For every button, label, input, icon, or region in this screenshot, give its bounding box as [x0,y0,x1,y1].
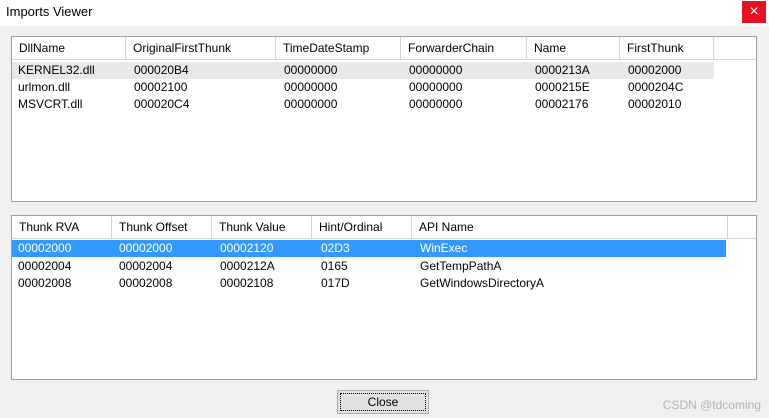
forwarder-chain-cell: 00000000 [409,97,463,111]
name-rva-cell: 00002176 [535,97,589,111]
first-thunk-cell: 0000204C [628,80,684,94]
timedatestamp-cell: 00000000 [284,80,338,94]
hint-ordinal-cell: 0165 [321,259,348,273]
close-window-icon[interactable]: × [742,1,766,23]
timedatestamp-cell: 00000000 [284,97,338,111]
original-first-thunk-cell: 000020B4 [134,63,189,77]
window-left-edge [0,26,4,418]
column-header-api-name[interactable]: API Name [412,216,728,238]
thunk-offset-cell: 00002008 [119,276,173,290]
api-name-cell: WinExec [420,241,468,255]
dll-list-header: DllName OriginalFirstThunk TimeDateStamp… [12,37,756,60]
column-header-thunk-offset[interactable]: Thunk Offset [112,216,212,238]
api-name-cell: GetWindowsDirectoryA [420,276,545,290]
column-header-firstthunk[interactable]: FirstThunk [620,37,714,59]
thunk-list-header: Thunk RVA Thunk Offset Thunk Value Hint/… [12,216,756,239]
table-row[interactable]: 00002008 00002008 00002108 017D GetWindo… [12,275,726,292]
watermark: CSDN @tdcoming [662,398,761,412]
dll-name-cell: MSVCRT.dll [18,97,83,111]
table-row[interactable]: KERNEL32.dll 000020B4 00000000 00000000 … [12,62,714,79]
thunk-list[interactable]: Thunk RVA Thunk Offset Thunk Value Hint/… [11,215,757,380]
api-name-cell: GetTempPathA [420,259,502,273]
thunk-offset-cell: 00002004 [119,259,173,273]
forwarder-chain-cell: 00000000 [409,63,463,77]
name-rva-cell: 0000215E [535,80,590,94]
column-header-thunk-value[interactable]: Thunk Value [212,216,312,238]
close-button[interactable]: Close [337,390,429,414]
column-header-name[interactable]: Name [527,37,620,59]
name-rva-cell: 0000213A [535,63,590,77]
table-row[interactable]: urlmon.dll 00002100 00000000 00000000 00… [12,79,714,96]
focus-rectangle [340,393,426,411]
column-header-hint-ordinal[interactable]: Hint/Ordinal [312,216,412,238]
thunk-value-cell: 0000212A [220,259,275,273]
thunk-rva-cell: 00002000 [18,241,72,255]
first-thunk-cell: 00002010 [628,97,682,111]
thunk-rva-cell: 00002008 [18,276,72,290]
thunk-value-cell: 00002120 [220,241,274,255]
column-header-forwarderchain[interactable]: ForwarderChain [401,37,527,59]
original-first-thunk-cell: 000020C4 [134,97,190,111]
column-header-dllname[interactable]: DllName [12,37,126,59]
dll-list[interactable]: DllName OriginalFirstThunk TimeDateStamp… [11,36,757,202]
column-header-thunk-rva[interactable]: Thunk RVA [12,216,112,238]
original-first-thunk-cell: 00002100 [134,80,188,94]
hint-ordinal-cell: 017D [321,276,350,290]
thunk-rva-cell: 00002004 [18,259,72,273]
thunk-value-cell: 00002108 [220,276,274,290]
column-header-timedatestamp[interactable]: TimeDateStamp [276,37,401,59]
table-row-selected[interactable]: 00002000 00002000 00002120 02D3 WinExec [12,240,726,257]
timedatestamp-cell: 00000000 [284,63,338,77]
first-thunk-cell: 00002000 [628,63,682,77]
thunk-offset-cell: 00002000 [119,241,173,255]
forwarder-chain-cell: 00000000 [409,80,463,94]
title-bar: Imports Viewer × [0,0,769,26]
hint-ordinal-cell: 02D3 [321,241,350,255]
window-title: Imports Viewer [6,4,93,19]
column-header-originalfirstthunk[interactable]: OriginalFirstThunk [126,37,276,59]
table-row[interactable]: MSVCRT.dll 000020C4 00000000 00000000 00… [12,96,714,113]
dll-name-cell: urlmon.dll [18,80,71,94]
dll-name-cell: KERNEL32.dll [18,63,95,77]
table-row[interactable]: 00002004 00002004 0000212A 0165 GetTempP… [12,258,726,275]
